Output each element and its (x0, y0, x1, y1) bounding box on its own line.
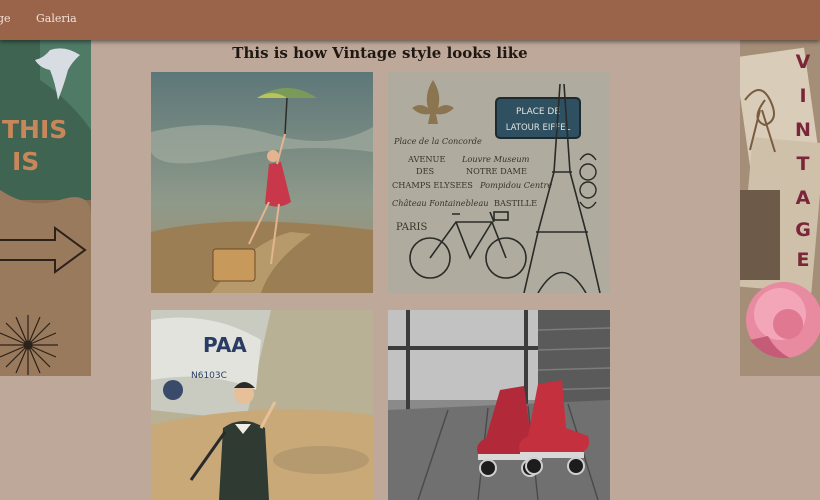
banner-word-this: THIS (2, 115, 67, 144)
left-vintage-banner: THIS IS (0, 40, 91, 376)
gallery-photo-airplane-woman[interactable]: PAA N6103C (151, 310, 373, 500)
banner-letter-e: E (797, 249, 810, 271)
svg-text:PARIS: PARIS (396, 222, 428, 233)
right-vintage-banner: V I N T A G E (740, 40, 820, 376)
banner-word-is: IS (12, 147, 39, 176)
gallery-photo-roller-skates[interactable] (388, 310, 610, 500)
svg-text:Château Fontainebleau: Château Fontainebleau (392, 198, 489, 208)
banner-letter-a: A (796, 187, 811, 209)
gallery-photo-umbrella-girl[interactable] (151, 72, 373, 293)
gallery-photo-paris-collage[interactable]: PLACE DE LATOUR EIFFEL Place de la Conco… (388, 72, 610, 293)
svg-text:Place de la Concorde: Place de la Concorde (393, 136, 482, 146)
nav-link-galeria[interactable]: Galeria (36, 12, 77, 25)
nav-link-home[interactable]: ge (0, 12, 11, 25)
svg-text:BASTILLE: BASTILLE (494, 198, 537, 208)
page-title: This is how Vintage style looks like (232, 44, 528, 62)
plane-registration: N6103C (191, 371, 227, 381)
top-navbar: ge Galeria (0, 0, 820, 40)
svg-text:CHAMPS ELYSEES: CHAMPS ELYSEES (392, 180, 473, 190)
svg-text:AVENUE: AVENUE (407, 154, 445, 164)
svg-text:Pompidou Centre: Pompidou Centre (479, 180, 552, 190)
peony-flower-icon (746, 282, 820, 359)
banner-letter-n: N (795, 119, 811, 141)
banner-letter-v: V (796, 51, 811, 73)
svg-text:Louvre Museum: Louvre Museum (461, 154, 530, 164)
banner-letter-i: I (799, 85, 806, 107)
suitcase-icon (212, 248, 256, 282)
banner-letter-t: T (797, 153, 810, 175)
svg-text:LATOUR EIFFEL: LATOUR EIFFEL (506, 123, 571, 133)
svg-text:NOTRE DAME: NOTRE DAME (466, 166, 527, 176)
svg-text:PLACE DE: PLACE DE (516, 107, 560, 117)
banner-letter-g: G (795, 219, 811, 241)
svg-text:DES: DES (416, 166, 435, 176)
plane-marking-paa: PAA (203, 333, 247, 357)
